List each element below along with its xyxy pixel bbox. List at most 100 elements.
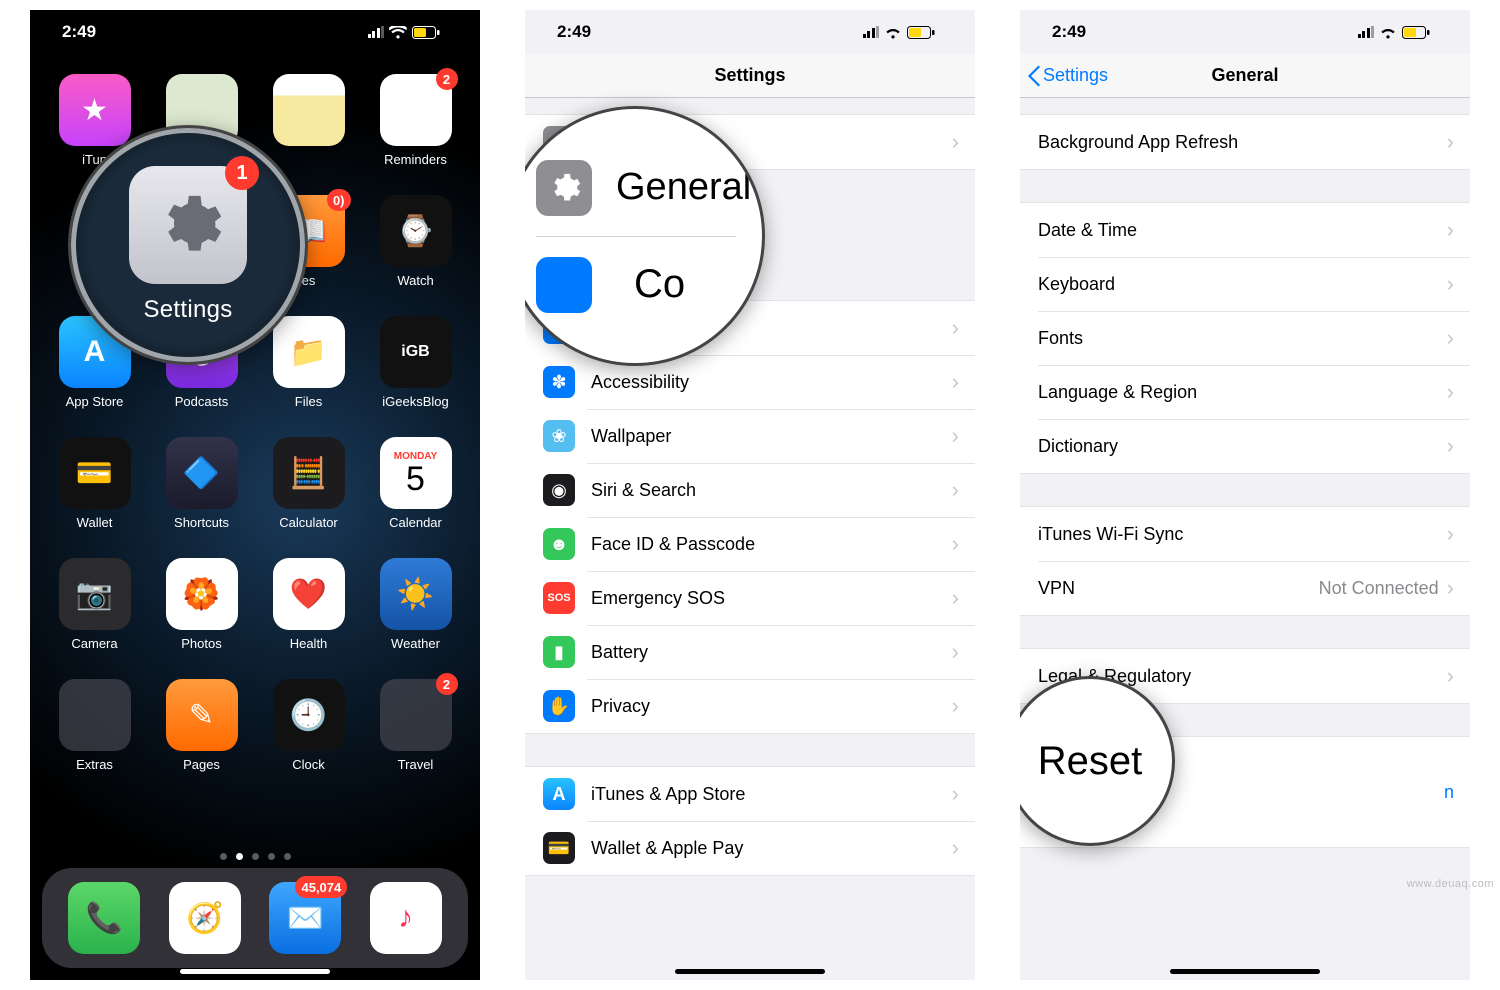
chevron-right-icon: › xyxy=(952,835,959,861)
app-calendar[interactable]: Monday5Calendar xyxy=(371,437,460,530)
watermark: www.deuaq.com xyxy=(1407,878,1494,890)
app-camera[interactable]: 📷Camera xyxy=(50,558,139,651)
row-dictionary[interactable]: Dictionary› xyxy=(1020,419,1470,473)
battery-icon xyxy=(907,26,935,39)
home-indicator[interactable] xyxy=(180,969,330,974)
control-center-icon xyxy=(536,257,592,313)
chevron-right-icon: › xyxy=(1447,271,1454,297)
row-emergency-sos[interactable]: SOSEmergency SOS› xyxy=(525,571,975,625)
row-language-region[interactable]: Language & Region› xyxy=(1020,365,1470,419)
chevron-right-icon: › xyxy=(952,639,959,665)
battery-icon xyxy=(1402,26,1430,39)
app-calculator[interactable]: 🧮Calculator xyxy=(264,437,353,530)
app-health[interactable]: ❤️Health xyxy=(264,558,353,651)
chevron-right-icon: › xyxy=(1447,217,1454,243)
badge: 1 xyxy=(225,156,259,190)
app-shortcuts[interactable]: 🔷Shortcuts xyxy=(157,437,246,530)
row-faceid-passcode[interactable]: ☻Face ID & Passcode› xyxy=(525,517,975,571)
chevron-right-icon: › xyxy=(952,585,959,611)
chevron-left-icon xyxy=(1028,65,1041,87)
faceid-icon: ☻ xyxy=(543,528,575,560)
row-keyboard[interactable]: Keyboard› xyxy=(1020,257,1470,311)
row-date-time[interactable]: Date & Time› xyxy=(1020,203,1470,257)
status-bar: 2:49 xyxy=(525,10,975,54)
dock-safari[interactable]: 🧭 xyxy=(169,882,241,954)
badge: 2 xyxy=(436,673,458,695)
row-fonts[interactable]: Fonts› xyxy=(1020,311,1470,365)
home-indicator[interactable] xyxy=(1170,969,1320,974)
chevron-right-icon: › xyxy=(1447,521,1454,547)
privacy-icon: ✋ xyxy=(543,690,575,722)
row-background-app-refresh[interactable]: Background App Refresh› xyxy=(1020,115,1470,169)
cellular-icon xyxy=(368,26,385,38)
app-pages[interactable]: ✎Pages xyxy=(157,679,246,772)
vpn-status: Not Connected xyxy=(1319,578,1439,599)
row-accessibility[interactable]: ✽Accessibility› xyxy=(525,355,975,409)
row-itunes-appstore[interactable]: AiTunes & App Store› xyxy=(525,767,975,821)
chevron-right-icon: › xyxy=(952,693,959,719)
back-button[interactable]: Settings xyxy=(1028,65,1108,87)
app-watch[interactable]: ⌚Watch xyxy=(371,195,460,288)
phone-settings: 2:49 Settings ⚙︎e› AA& Brightness› ✽Acce… xyxy=(525,10,975,980)
chevron-right-icon: › xyxy=(1447,325,1454,351)
badge: 2 xyxy=(436,68,458,90)
dock-mail[interactable]: ✉️45,074 xyxy=(269,882,341,954)
chevron-right-icon: › xyxy=(952,369,959,395)
dock-phone[interactable]: 📞 xyxy=(68,882,140,954)
chevron-right-icon: › xyxy=(952,129,959,155)
row-vpn[interactable]: VPNNot Connected› xyxy=(1020,561,1470,615)
siri-icon: ◉ xyxy=(543,474,575,506)
row-wallet-applepay[interactable]: 💳Wallet & Apple Pay› xyxy=(525,821,975,875)
chevron-right-icon: › xyxy=(952,531,959,557)
app-folder-extras[interactable]: Extras xyxy=(50,679,139,772)
row-privacy[interactable]: ✋Privacy› xyxy=(525,679,975,733)
appstore-icon: A xyxy=(543,778,575,810)
dock-music[interactable]: ♪ xyxy=(370,882,442,954)
status-bar: 2:49 xyxy=(1020,10,1470,54)
home-indicator[interactable] xyxy=(675,969,825,974)
dock: 📞 🧭 ✉️45,074 ♪ xyxy=(42,868,468,968)
row-battery[interactable]: ▮Battery› xyxy=(525,625,975,679)
sos-icon: SOS xyxy=(543,582,575,614)
chevron-right-icon: › xyxy=(1447,379,1454,405)
chevron-right-icon: › xyxy=(952,477,959,503)
settings-app-label: Settings xyxy=(143,296,232,324)
wallpaper-icon: ❀ xyxy=(543,420,575,452)
badge: 45,074 xyxy=(295,876,347,898)
phone-home-screen: 2:49 ★iTun 2Reminders 📖0)es ⌚Watch AApp … xyxy=(30,10,480,980)
status-time: 2:49 xyxy=(62,22,96,42)
row-siri-search[interactable]: ◉Siri & Search› xyxy=(525,463,975,517)
chevron-right-icon: › xyxy=(1447,575,1454,601)
app-weather[interactable]: ☀️Weather xyxy=(371,558,460,651)
app-wallet[interactable]: 💳Wallet xyxy=(50,437,139,530)
app-photos[interactable]: 🏵️Photos xyxy=(157,558,246,651)
battery-row-icon: ▮ xyxy=(543,636,575,668)
row-reset[interactable]: Reset xyxy=(1038,739,1143,784)
row-itunes-wifi-sync[interactable]: iTunes Wi-Fi Sync› xyxy=(1020,507,1470,561)
app-reminders[interactable]: 2Reminders xyxy=(371,74,460,167)
battery-icon xyxy=(412,26,440,39)
gear-icon xyxy=(536,160,592,216)
chevron-right-icon: › xyxy=(1447,433,1454,459)
app-folder-travel[interactable]: 2Travel xyxy=(371,679,460,772)
wifi-icon xyxy=(1379,26,1397,39)
wifi-icon xyxy=(884,26,902,39)
status-bar: 2:49 xyxy=(30,10,480,54)
cellular-icon xyxy=(863,26,880,38)
row-wallpaper[interactable]: ❀Wallpaper› xyxy=(525,409,975,463)
nav-bar: Settings General xyxy=(1020,54,1470,98)
app-igeeksblog[interactable]: iGBiGeeksBlog xyxy=(371,316,460,409)
chevron-right-icon: › xyxy=(1447,129,1454,155)
badge: 0) xyxy=(327,189,351,211)
app-clock[interactable]: 🕘Clock xyxy=(264,679,353,772)
row-general[interactable]: General xyxy=(536,146,751,230)
app-notes[interactable] xyxy=(264,74,353,167)
chevron-right-icon: › xyxy=(1447,663,1454,689)
accessibility-icon: ✽ xyxy=(543,366,575,398)
wifi-icon xyxy=(389,26,407,39)
app-files[interactable]: 📁Files xyxy=(264,316,353,409)
settings-app-icon[interactable]: 1 xyxy=(129,166,247,284)
nav-title: Settings xyxy=(714,65,785,86)
magnifier-settings-app: 1 Settings xyxy=(68,125,308,365)
nav-bar: Settings xyxy=(525,54,975,98)
